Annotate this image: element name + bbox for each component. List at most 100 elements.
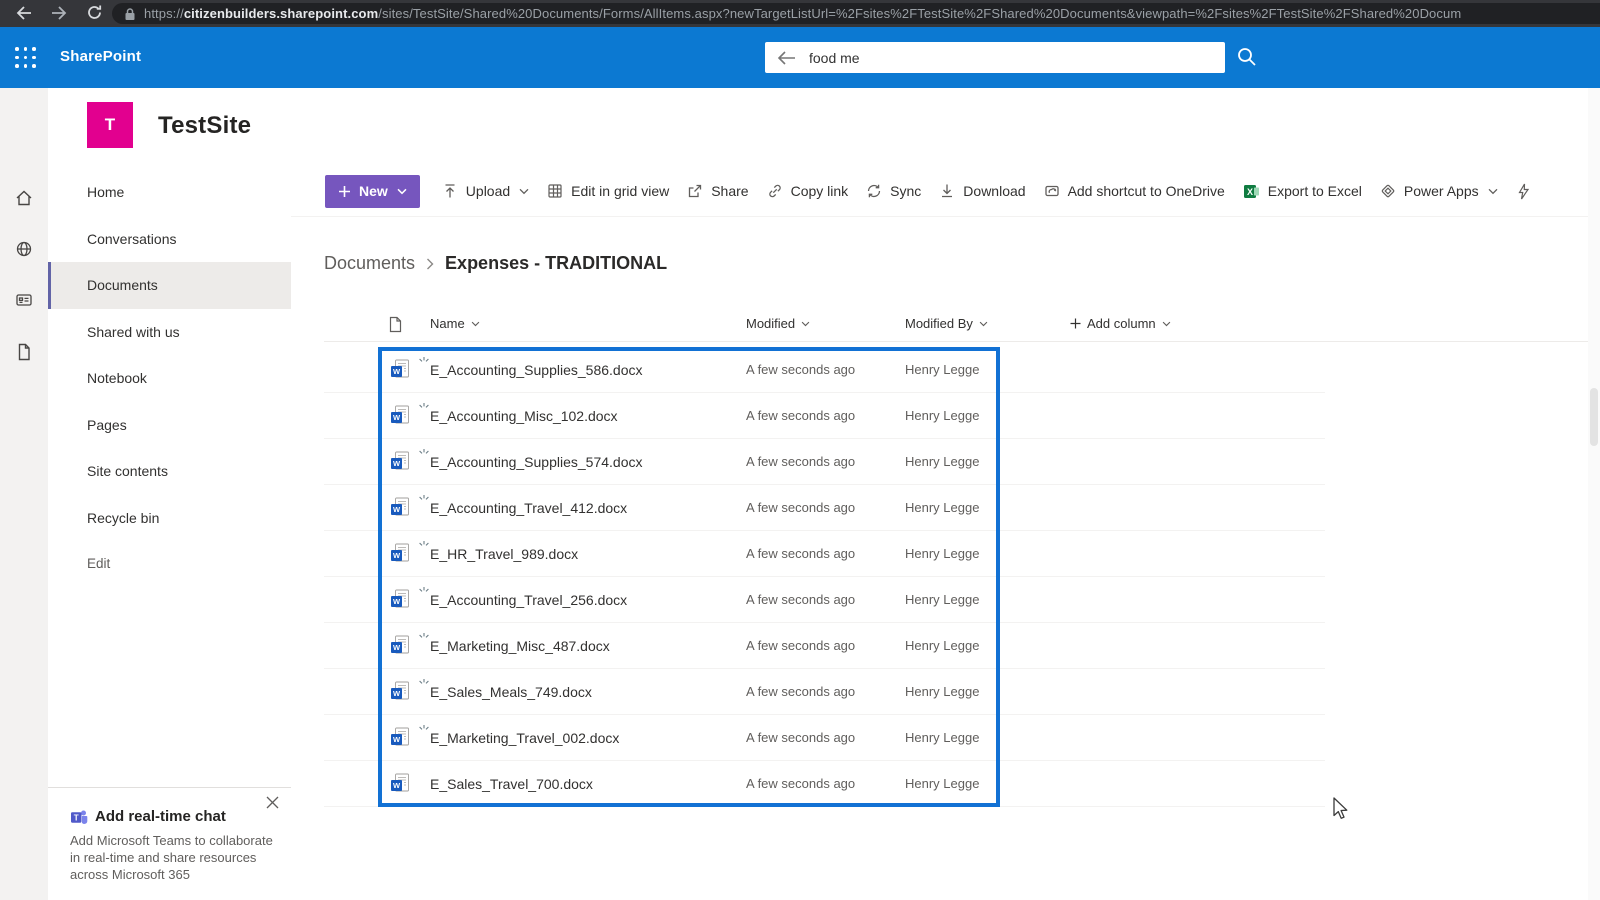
lightning-icon xyxy=(1516,183,1531,200)
app-launcher-waffle-icon[interactable] xyxy=(13,45,38,70)
file-name[interactable]: E_Sales_Meals_749.docx xyxy=(430,684,746,700)
search-box[interactable] xyxy=(765,42,1225,73)
new-item-sparkle-icon xyxy=(418,402,430,414)
file-row[interactable]: W E_Accounting_Supplies_574.docx A few s… xyxy=(324,439,1325,485)
plus-icon xyxy=(1070,318,1081,329)
file-name[interactable]: E_Accounting_Supplies_586.docx xyxy=(430,362,746,378)
file-row[interactable]: W E_Accounting_Misc_102.docx A few secon… xyxy=(324,393,1325,439)
breadcrumb-documents[interactable]: Documents xyxy=(324,253,415,274)
browser-url-field[interactable]: https://citizenbuilders.sharepoint.com/s… xyxy=(112,3,1600,24)
chevron-down-icon xyxy=(519,188,529,195)
vertical-scrollbar[interactable] xyxy=(1588,88,1600,900)
svg-text:X: X xyxy=(1247,186,1253,196)
new-item-sparkle-icon xyxy=(418,448,430,460)
edit-in-grid-view-button[interactable]: Edit in grid view xyxy=(547,183,669,199)
power-apps-icon xyxy=(1380,183,1396,199)
teach-panel-title: Add real-time chat xyxy=(95,808,226,825)
file-row[interactable]: W E_Marketing_Travel_002.docx A few seco… xyxy=(324,715,1325,761)
nav-item-recycle-bin[interactable]: Recycle bin xyxy=(48,495,291,542)
copy-link-button[interactable]: Copy link xyxy=(767,183,848,199)
file-modified-by: Henry Legge xyxy=(905,684,980,699)
document-icon[interactable] xyxy=(14,342,34,362)
column-header-modified[interactable]: Modified xyxy=(746,316,810,331)
nav-item-conversations[interactable]: Conversations xyxy=(48,216,291,263)
export-to-excel-button[interactable]: X Export to Excel xyxy=(1243,183,1362,200)
nav-item-home[interactable]: Home xyxy=(48,169,291,216)
file-modified-by: Henry Legge xyxy=(905,592,980,607)
file-modified: A few seconds ago xyxy=(746,454,856,469)
browser-back-icon[interactable] xyxy=(14,4,32,22)
file-type-column-icon[interactable] xyxy=(388,316,403,333)
new-button[interactable]: New xyxy=(325,174,420,208)
browser-forward-icon[interactable] xyxy=(51,4,69,22)
search-input[interactable] xyxy=(809,49,1213,66)
upload-button[interactable]: Upload xyxy=(442,183,529,199)
app-rail xyxy=(0,88,48,900)
nav-item-shared-with-us[interactable]: Shared with us xyxy=(48,309,291,356)
new-item-sparkle-icon xyxy=(418,540,430,552)
site-title[interactable]: TestSite xyxy=(158,112,251,140)
svg-text:W: W xyxy=(393,735,401,744)
power-apps-button[interactable]: Power Apps xyxy=(1380,183,1498,199)
file-name[interactable]: E_Marketing_Travel_002.docx xyxy=(430,730,746,746)
share-button[interactable]: Share xyxy=(687,183,749,199)
file-name[interactable]: E_Marketing_Misc_487.docx xyxy=(430,638,746,654)
suite-app-name: SharePoint xyxy=(60,48,142,65)
news-icon[interactable] xyxy=(14,290,34,310)
column-header-modified-by[interactable]: Modified By xyxy=(905,316,988,331)
search-icon[interactable] xyxy=(1236,46,1258,68)
new-item-sparkle-icon xyxy=(418,494,430,506)
automate-button[interactable] xyxy=(1516,183,1531,200)
column-header-name[interactable]: Name xyxy=(430,316,480,331)
home-icon[interactable] xyxy=(14,188,34,208)
search-back-arrow-icon[interactable] xyxy=(777,50,797,66)
svg-text:T: T xyxy=(74,813,79,822)
file-name[interactable]: E_HR_Travel_989.docx xyxy=(430,546,746,562)
word-file-icon: W xyxy=(390,589,410,610)
add-column-button[interactable]: Add column xyxy=(1070,316,1171,331)
nav-item-edit[interactable]: Edit xyxy=(48,541,291,588)
file-modified: A few seconds ago xyxy=(746,408,856,423)
sync-button[interactable]: Sync xyxy=(866,183,921,199)
file-name[interactable]: E_Accounting_Supplies_574.docx xyxy=(430,454,746,470)
close-icon[interactable] xyxy=(266,796,279,809)
svg-text:W: W xyxy=(393,459,401,468)
file-row[interactable]: W E_Marketing_Misc_487.docx A few second… xyxy=(324,623,1325,669)
file-name[interactable]: E_Accounting_Travel_412.docx xyxy=(430,500,746,516)
word-file-icon: W xyxy=(390,635,410,656)
download-button[interactable]: Download xyxy=(939,183,1026,199)
browser-refresh-icon[interactable] xyxy=(86,4,103,21)
nav-item-site-contents[interactable]: Site contents xyxy=(48,448,291,495)
nav-item-pages[interactable]: Pages xyxy=(48,402,291,449)
nav-item-documents[interactable]: Documents xyxy=(48,262,291,309)
file-row[interactable]: W E_Sales_Meals_749.docx A few seconds a… xyxy=(324,669,1325,715)
mouse-cursor xyxy=(1330,796,1352,820)
new-item-sparkle-icon xyxy=(418,586,430,598)
file-row[interactable]: W E_Accounting_Travel_256.docx A few sec… xyxy=(324,577,1325,623)
file-row[interactable]: W E_Accounting_Supplies_586.docx A few s… xyxy=(324,347,1325,393)
file-name[interactable]: E_Accounting_Misc_102.docx xyxy=(430,408,746,424)
add-shortcut-to-onedrive-button[interactable]: Add shortcut to OneDrive xyxy=(1044,183,1225,199)
file-modified: A few seconds ago xyxy=(746,592,856,607)
file-name[interactable]: E_Accounting_Travel_256.docx xyxy=(430,592,746,608)
chevron-down-icon xyxy=(471,321,480,327)
file-modified: A few seconds ago xyxy=(746,638,856,653)
onedrive-shortcut-icon xyxy=(1044,183,1060,199)
globe-icon[interactable] xyxy=(14,239,34,259)
scrollbar-thumb[interactable] xyxy=(1590,388,1598,446)
file-row[interactable]: W E_HR_Travel_989.docx A few seconds ago… xyxy=(324,531,1325,577)
chevron-down-icon xyxy=(1162,321,1171,327)
teams-icon: T xyxy=(70,809,88,825)
nav-item-notebook[interactable]: Notebook xyxy=(48,355,291,402)
lock-icon xyxy=(124,7,136,21)
file-list: W E_Accounting_Supplies_586.docx A few s… xyxy=(324,347,1325,807)
chevron-down-icon xyxy=(801,321,810,327)
file-modified-by: Henry Legge xyxy=(905,362,980,377)
file-modified: A few seconds ago xyxy=(746,500,856,515)
file-row[interactable]: W E_Sales_Travel_700.docx A few seconds … xyxy=(324,761,1325,807)
file-modified-by: Henry Legge xyxy=(905,776,980,791)
svg-text:W: W xyxy=(393,597,401,606)
file-row[interactable]: W E_Accounting_Travel_412.docx A few sec… xyxy=(324,485,1325,531)
file-name[interactable]: E_Sales_Travel_700.docx xyxy=(430,776,746,792)
site-logo[interactable]: T xyxy=(87,102,133,148)
